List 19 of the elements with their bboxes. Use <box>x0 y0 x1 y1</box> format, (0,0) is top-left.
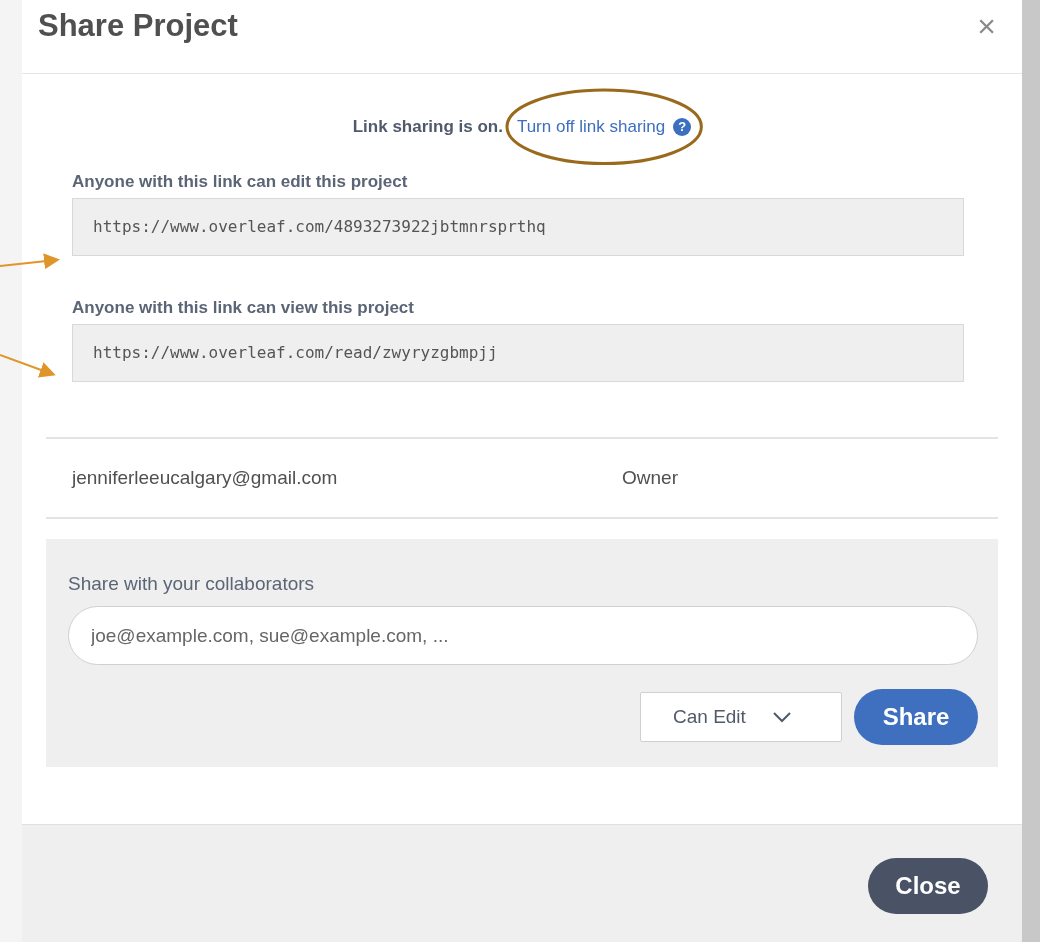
link-label: Anyone with this link can view this project <box>72 297 415 319</box>
turn-off-link[interactable]: Turn off link sharing <box>516 114 666 140</box>
invite-field[interactable]: joe@example.com, sue@example.com, ... <box>68 606 978 665</box>
invite-label: Share with your collaborators <box>68 572 316 596</box>
link-sharing-status: Link sharing is on. <box>352 116 503 139</box>
dialog-title: Share Project <box>38 7 238 45</box>
link-field[interactable]: https://www.overleaf.com/4893273922jbtmnrsprthq <box>72 198 964 256</box>
help-icon[interactable]: ? <box>673 118 692 136</box>
member-role: Owner <box>622 465 678 490</box>
close-dialog-button[interactable]: Close <box>868 858 988 914</box>
annotation-arrow <box>0 253 60 270</box>
chevron-down-icon <box>771 711 792 723</box>
annotation-arrow <box>0 354 56 378</box>
member-email: jenniferleeucalgary@gmail.com <box>72 465 339 490</box>
permission-select[interactable]: Can Edit <box>640 692 842 742</box>
link-field[interactable]: https://www.overleaf.com/read/zwyryzgbmpjj <box>72 324 964 382</box>
share-button[interactable]: Share <box>854 689 978 745</box>
close-button[interactable]: × <box>977 10 996 42</box>
link-label: Anyone with this link can edit this project <box>72 171 409 193</box>
